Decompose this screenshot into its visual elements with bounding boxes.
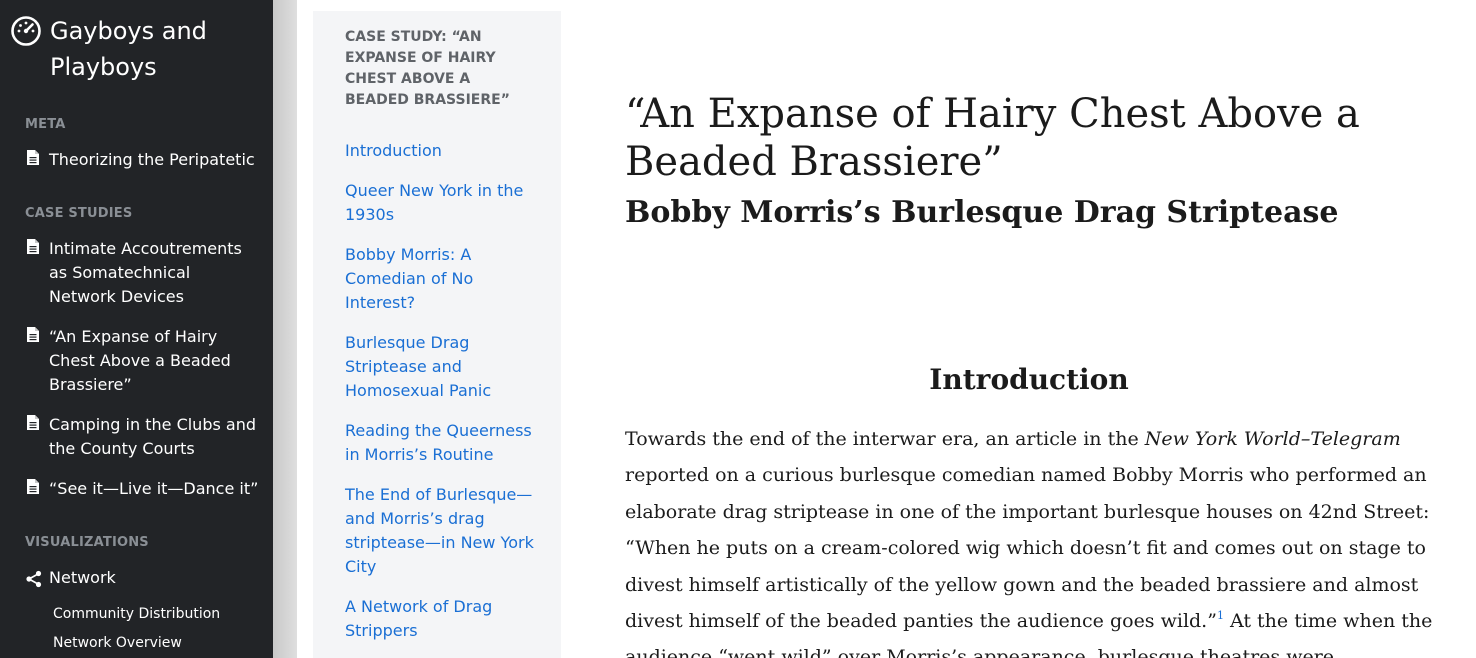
sidebar-item-theorizing-the-peripatetic[interactable]: Theorizing the Peripatetic bbox=[25, 148, 260, 172]
toc-link-burlesque-drag-striptease[interactable]: Burlesque Drag Striptease and Homosexual… bbox=[345, 331, 545, 403]
article: “An Expanse of Hairy Chest Above a Beade… bbox=[625, 0, 1445, 658]
toc-heading: CASE STUDY: “AN EXPANSE OF HAIRY CHEST A… bbox=[345, 29, 510, 108]
dashboard-gauge-icon bbox=[11, 16, 41, 46]
sidebar: Gayboys and Playboys META Theorizing the… bbox=[0, 0, 273, 658]
document-icon bbox=[27, 415, 39, 430]
sidebar-item-expanse-of-hairy-chest[interactable]: “An Expanse of Hairy Chest Above a Beade… bbox=[25, 325, 260, 397]
section-title-introduction: Introduction bbox=[929, 363, 1129, 396]
section-label-visualizations: VISUALIZATIONS bbox=[25, 535, 149, 550]
toc-link-queer-new-york[interactable]: Queer New York in the 1930s bbox=[345, 179, 545, 227]
section-label-case-studies: CASE STUDIES bbox=[25, 206, 133, 221]
share-network-icon bbox=[26, 570, 42, 588]
paragraph-text: Towards the end of the interwar era, an … bbox=[625, 428, 1145, 450]
article-subtitle: Bobby Morris’s Burlesque Drag Striptease bbox=[625, 195, 1339, 230]
toc-link-reading-the-queerness[interactable]: Reading the Queerness in Morris’s Routin… bbox=[345, 419, 545, 467]
footnote-link[interactable]: 1 bbox=[1217, 609, 1224, 622]
document-icon bbox=[27, 327, 39, 342]
scroll-divider bbox=[273, 0, 297, 658]
sidebar-item-label: Intimate Accoutrements as Somatechnical … bbox=[49, 239, 242, 306]
sidebar-item-see-it-live-it-dance-it[interactable]: “See it—Live it—Dance it” bbox=[25, 477, 260, 501]
brand[interactable]: Gayboys and Playboys bbox=[10, 13, 270, 85]
document-icon bbox=[27, 239, 39, 254]
sidebar-item-label: “See it—Live it—Dance it” bbox=[49, 479, 259, 498]
sidebar-item-label: Camping in the Clubs and the County Cour… bbox=[49, 415, 256, 458]
toc-link-network-of-drag-strippers[interactable]: A Network of Drag Strippers bbox=[345, 595, 545, 643]
sidebar-item-intimate-accoutrements[interactable]: Intimate Accoutrements as Somatechnical … bbox=[25, 237, 260, 309]
sidebar-item-label: Network bbox=[49, 568, 116, 587]
sidebar-subitem-network-overview[interactable]: Network Overview bbox=[53, 633, 182, 653]
toc-link-introduction[interactable]: Introduction bbox=[345, 139, 545, 163]
publication-name: New York World–Telegram bbox=[1144, 428, 1401, 450]
sidebar-item-camping-in-the-clubs[interactable]: Camping in the Clubs and the County Cour… bbox=[25, 413, 260, 461]
sidebar-item-label: “An Expanse of Hairy Chest Above a Beade… bbox=[49, 327, 231, 394]
sidebar-item-label: Theorizing the Peripatetic bbox=[49, 150, 255, 169]
intro-paragraph: Towards the end of the interwar era, an … bbox=[625, 421, 1440, 658]
table-of-contents: CASE STUDY: “AN EXPANSE OF HAIRY CHEST A… bbox=[313, 11, 561, 658]
site-title[interactable]: Gayboys and Playboys bbox=[50, 13, 260, 85]
paragraph-text: reported on a curious burlesque comedian… bbox=[625, 464, 1430, 633]
document-icon bbox=[27, 479, 39, 494]
toc-link-bobby-morris[interactable]: Bobby Morris: A Comedian of No Interest? bbox=[345, 243, 545, 315]
sidebar-subitem-community-distribution[interactable]: Community Distribution bbox=[53, 604, 220, 624]
section-label-meta: META bbox=[25, 117, 66, 132]
article-title: “An Expanse of Hairy Chest Above a Beade… bbox=[625, 91, 1360, 185]
sidebar-item-network[interactable]: Network bbox=[25, 566, 260, 590]
document-icon bbox=[27, 150, 39, 165]
toc-link-end-of-burlesque[interactable]: The End of Burlesque—and Morris’s drag s… bbox=[345, 483, 545, 579]
